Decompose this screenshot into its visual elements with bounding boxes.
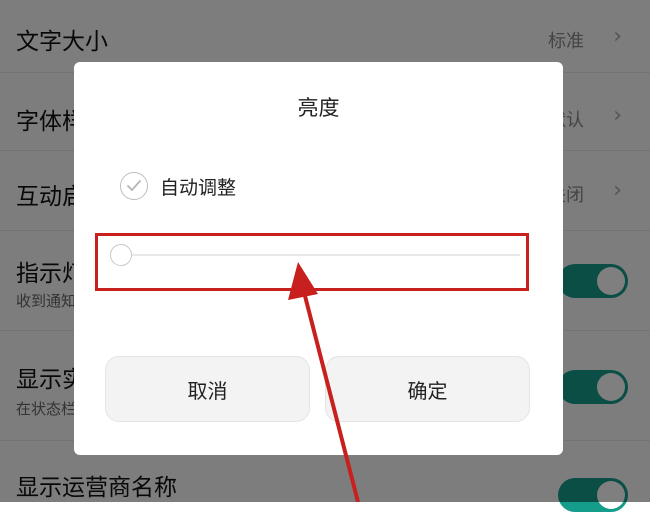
red-arrow-icon [288, 262, 360, 502]
